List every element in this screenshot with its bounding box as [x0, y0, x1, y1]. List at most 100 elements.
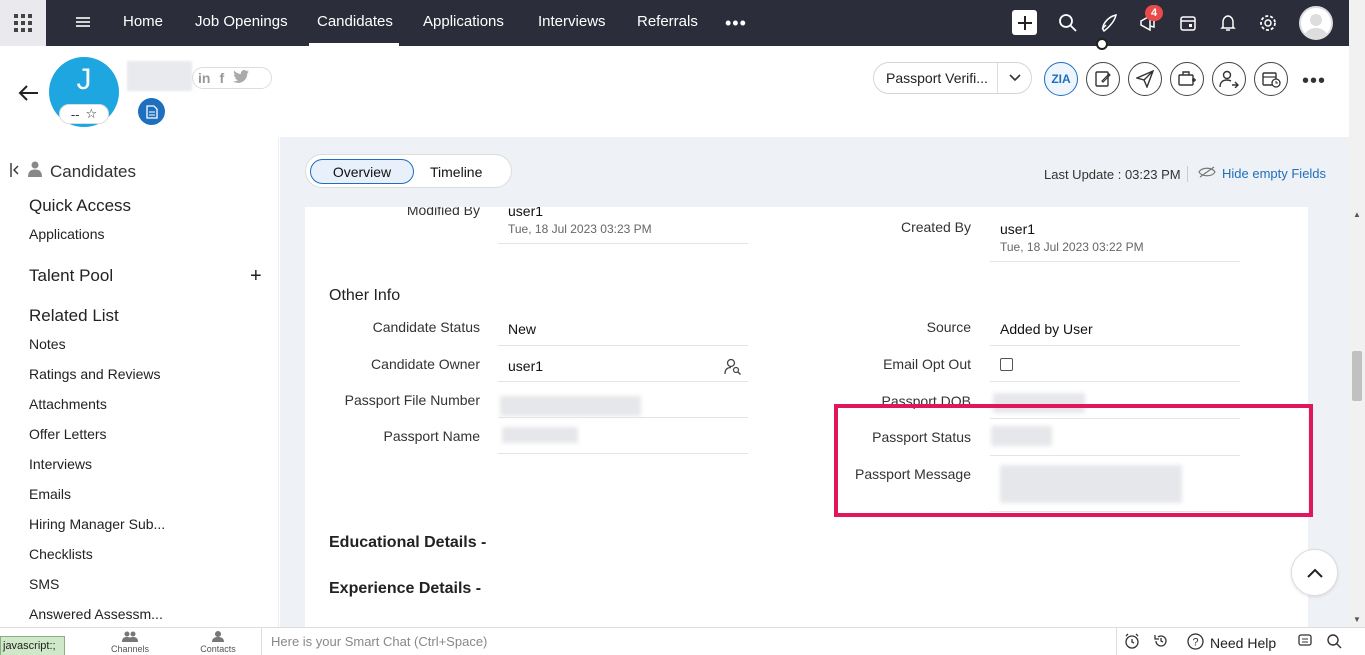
sidebar-title: Candidates — [50, 161, 137, 181]
chat-bubble-icon[interactable] — [1297, 633, 1313, 652]
divider — [990, 381, 1240, 382]
collapse-sidebar-icon[interactable] — [10, 162, 20, 182]
tab-timeline[interactable]: Timeline — [430, 164, 482, 180]
user-avatar[interactable] — [1299, 6, 1333, 40]
divider — [498, 381, 748, 382]
talent-pool-heading[interactable]: Talent Pool — [29, 266, 113, 286]
gear-icon[interactable] — [1258, 13, 1278, 33]
scroll-down-arrow-icon[interactable]: ▼ — [1353, 615, 1361, 624]
twitter-icon[interactable] — [233, 70, 250, 86]
email-opt-out-checkbox[interactable] — [1000, 358, 1013, 371]
linkedin-icon[interactable]: in — [198, 70, 210, 86]
sidebar-item-interviews[interactable]: Interviews — [29, 456, 92, 472]
nav-home[interactable]: Home — [123, 13, 163, 30]
contacts-button[interactable]: Contacts — [198, 630, 238, 654]
need-help-button[interactable]: ? Need Help — [1187, 633, 1276, 653]
top-navigation-bar: Home Job Openings Candidates Application… — [0, 0, 1349, 46]
facebook-icon[interactable]: f — [219, 70, 224, 86]
contacts-label: Contacts — [200, 644, 236, 654]
divider — [498, 243, 748, 244]
person-icon — [28, 161, 42, 182]
modified-by-value: user1 — [508, 207, 544, 219]
page-scrollbar[interactable]: ▲ ▼ — [1349, 0, 1365, 627]
bell-icon[interactable] — [1218, 13, 1238, 33]
sidebar-item-sms[interactable]: SMS — [29, 576, 59, 592]
sidebar-item-ratings[interactable]: Ratings and Reviews — [29, 366, 161, 382]
history-icon[interactable] — [1153, 633, 1169, 652]
source-label: Source — [926, 319, 971, 335]
app-grid-icon[interactable] — [0, 0, 46, 46]
assign-user-button[interactable] — [1212, 62, 1246, 96]
hamburger-menu-icon[interactable] — [76, 15, 90, 31]
sidebar-header[interactable]: Candidates — [10, 161, 136, 182]
star-icon[interactable]: ☆ — [86, 106, 98, 122]
view-tabs: Overview Timeline — [305, 154, 512, 188]
nav-applications[interactable]: Applications — [423, 13, 504, 30]
sidebar-item-checklists[interactable]: Checklists — [29, 546, 93, 562]
scroll-to-top-button[interactable] — [1291, 549, 1338, 596]
experience-details-heading[interactable]: Experience Details - — [329, 580, 481, 598]
associate-job-button[interactable] — [1170, 62, 1204, 96]
divider — [498, 345, 748, 346]
scroll-up-arrow-icon[interactable]: ▲ — [1353, 210, 1361, 219]
channels-button[interactable]: Channels — [110, 630, 150, 654]
alarm-clock-icon[interactable] — [1124, 633, 1140, 652]
back-arrow-icon[interactable] — [18, 84, 40, 105]
rocket-icon[interactable] — [1098, 13, 1118, 33]
add-new-icon[interactable] — [1012, 10, 1037, 35]
annotation-highlight-box — [834, 404, 1313, 517]
passport-name-label: Passport Name — [383, 428, 480, 444]
divider — [990, 261, 1240, 262]
owner-lookup-icon[interactable] — [724, 358, 742, 378]
channels-label: Channels — [110, 644, 150, 654]
search-icon[interactable] — [1058, 13, 1078, 33]
nav-job-openings[interactable]: Job Openings — [195, 13, 288, 30]
candidate-status-dropdown[interactable]: Passport Verifi... — [873, 62, 1032, 94]
sidebar-item-offer-letters[interactable]: Offer Letters — [29, 426, 107, 442]
sidebar-item-attachments[interactable]: Attachments — [29, 396, 107, 412]
chevron-down-icon[interactable] — [998, 74, 1031, 82]
send-email-button[interactable] — [1128, 62, 1162, 96]
sidebar-item-answered-assessments[interactable]: Answered Assessm... — [29, 606, 163, 622]
notification-count-badge: 4 — [1145, 5, 1163, 21]
nav-candidates[interactable]: Candidates — [317, 13, 393, 30]
nav-more-icon[interactable]: ••• — [725, 13, 747, 34]
hide-empty-fields-link[interactable]: Hide empty Fields — [1198, 166, 1326, 181]
status-value: Passport Verifi... — [874, 63, 998, 93]
rating-value: -- — [70, 106, 80, 122]
zia-ai-button[interactable]: ZIA — [1044, 62, 1078, 96]
created-by-label: Created By — [900, 219, 971, 235]
scrollbar-thumb[interactable] — [1352, 351, 1362, 401]
zia-label: ZIA — [1051, 72, 1071, 86]
quick-access-heading: Quick Access — [29, 196, 132, 215]
resume-document-icon[interactable] — [138, 98, 165, 125]
tab-overview[interactable]: Overview — [310, 159, 414, 184]
more-actions-icon[interactable]: ••• — [1302, 70, 1326, 93]
sidebar-item-emails[interactable]: Emails — [29, 486, 71, 502]
sidebar-item-applications[interactable]: Applications — [29, 226, 105, 242]
other-info-heading: Other Info — [329, 287, 401, 304]
sidebar-item-hiring-manager[interactable]: Hiring Manager Sub... — [29, 516, 165, 532]
contacts-icon — [198, 630, 238, 644]
candidate-name-redacted — [127, 61, 192, 91]
cursor-indicator — [1096, 38, 1108, 50]
modified-by-time: Tue, 18 Jul 2023 03:23 PM — [508, 222, 652, 236]
search-icon[interactable] — [1326, 633, 1342, 652]
passport-name-redacted — [502, 427, 578, 443]
help-icon: ? — [1187, 633, 1204, 653]
schedule-interview-button[interactable] — [1254, 62, 1288, 96]
candidate-rating[interactable]: -- ☆ — [59, 104, 109, 124]
educational-details-heading[interactable]: Educational Details - — [329, 534, 486, 552]
nav-interviews[interactable]: Interviews — [538, 13, 606, 30]
created-by-value: user1 — [1000, 221, 1036, 237]
browser-status-text: javascript:; — [0, 636, 65, 655]
passport-file-number-redacted — [500, 396, 641, 416]
sidebar: Candidates Quick Access Applications Tal… — [0, 137, 279, 627]
edit-note-button[interactable] — [1086, 62, 1120, 96]
smart-chat-input[interactable]: Here is your Smart Chat (Ctrl+Space) — [261, 628, 1117, 655]
social-links: in f — [192, 67, 272, 89]
sidebar-item-notes[interactable]: Notes — [29, 336, 66, 352]
calendar-icon[interactable] — [1178, 13, 1198, 33]
add-talent-pool-icon[interactable]: + — [250, 265, 262, 288]
nav-referrals[interactable]: Referrals — [637, 13, 698, 30]
